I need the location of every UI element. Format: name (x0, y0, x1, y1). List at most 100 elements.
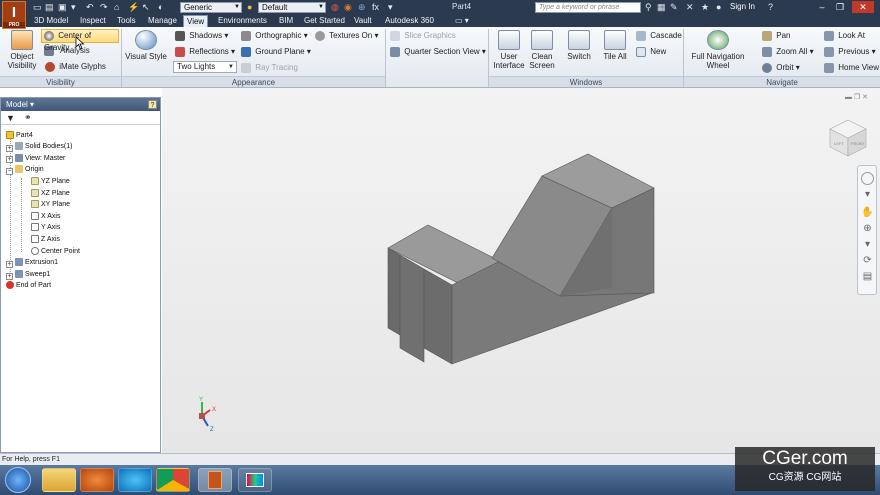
home-view-button[interactable]: Home View (824, 63, 879, 73)
select-icon[interactable]: ↖ (142, 2, 150, 13)
ground-plane-button[interactable]: Ground Plane ▾ (241, 47, 311, 57)
tab-view[interactable]: View (183, 15, 209, 27)
graphics-window[interactable]: ▬ ❐ ✕ LEFT FRONT Y X Z (162, 88, 880, 453)
update-icon[interactable]: ⚡ (128, 2, 139, 13)
object-visibility-button[interactable]: Object Visibility (4, 30, 40, 70)
pan-icon[interactable]: ✋ (861, 206, 874, 219)
clean-screen-button[interactable]: Clean Screen (527, 30, 557, 70)
tree-item-extrusion1[interactable]: Extrusion1 (15, 258, 58, 268)
quarter-section-view-button[interactable]: Quarter Section View ▾ (390, 47, 486, 57)
lighting-style-select[interactable]: Two Lights ▼ (173, 61, 237, 73)
visual-style-button[interactable]: Visual Style (124, 30, 168, 61)
tree-item-center-point[interactable]: Center Point (31, 247, 80, 257)
tab-environments[interactable]: Environments (215, 15, 270, 27)
shadows-button[interactable]: Shadows ▾ (175, 31, 228, 41)
tab-autodesk-360[interactable]: Autodesk 360 (382, 15, 437, 27)
textures-on-button[interactable]: Textures On ▾ (315, 31, 378, 41)
exchange-icon[interactable]: ✕ (686, 2, 694, 13)
expand-icon[interactable]: + (6, 145, 13, 152)
tab-3d-model[interactable]: 3D Model (31, 15, 71, 27)
explorer-taskbar-icon[interactable] (42, 468, 76, 492)
tree-item-xy-plane[interactable]: XY Plane (31, 200, 70, 210)
part-model[interactable] (382, 128, 662, 368)
zoom-all-button[interactable]: Zoom All ▾ (762, 47, 814, 57)
home-icon[interactable]: ⌂ (114, 2, 119, 13)
expand-icon[interactable]: + (6, 261, 13, 268)
collapse-icon[interactable]: − (6, 168, 13, 175)
help-icon[interactable]: ? (148, 100, 157, 109)
orthographic-button[interactable]: Orthographic ▾ (241, 31, 308, 41)
application-menu-button[interactable]: I PRO (2, 1, 26, 29)
tile-all-button[interactable]: Tile All (599, 30, 631, 61)
tree-item-solid-bodies[interactable]: Solid Bodies(1) (15, 142, 72, 152)
appearance-combo[interactable]: Default ▼ (258, 2, 326, 13)
model-browser-header[interactable]: Model ▾ ? (1, 98, 160, 111)
look-at-icon[interactable]: ▤ (861, 270, 874, 283)
communication-icon[interactable]: ✎ (670, 2, 678, 13)
tab-manage[interactable]: Manage (145, 15, 180, 27)
orbit-button[interactable]: Orbit ▾ (762, 63, 800, 73)
save-icon[interactable]: ▣ (58, 2, 67, 13)
video-app-taskbar-icon[interactable] (238, 468, 272, 492)
steering-wheel-icon[interactable] (861, 172, 874, 185)
tab-inspect[interactable]: Inspect (77, 15, 109, 27)
imate-glyphs-button[interactable]: iMate Glyphs (45, 62, 106, 72)
previous-view-button[interactable]: Previous ▾ (824, 47, 876, 57)
tree-item-yz-plane[interactable]: YZ Plane (31, 177, 70, 187)
sign-in-link[interactable]: Sign In (730, 2, 755, 11)
new-window-button[interactable]: New (636, 47, 666, 57)
edge-taskbar-icon[interactable] (118, 468, 152, 492)
adjust-icon[interactable]: ◉ (344, 2, 352, 13)
reflections-button[interactable]: Reflections ▾ (175, 47, 235, 57)
steering-wheel-dropdown-icon[interactable]: ▾ (861, 188, 874, 201)
slice-graphics-button[interactable]: Slice Graphics (390, 31, 456, 41)
tree-item-y-axis[interactable]: Y Axis (31, 223, 60, 233)
save-dropdown-icon[interactable]: ▾ (71, 2, 76, 13)
graphics-window-controls-icon[interactable]: ▬ ❐ ✕ (845, 93, 868, 101)
redo-icon[interactable]: ↷ (100, 2, 108, 13)
favorites-icon[interactable]: ★ (701, 2, 709, 13)
new-icon[interactable]: ▭ (33, 2, 42, 13)
ribbon-options-icon[interactable]: ▭ ▾ (452, 15, 472, 27)
tab-vault[interactable]: Vault (351, 15, 375, 27)
user-interface-button[interactable]: User Interface (491, 30, 527, 70)
tree-item-view-master[interactable]: View: Master (15, 154, 65, 164)
tab-get-started[interactable]: Get Started (301, 15, 348, 27)
binoculars-icon[interactable]: ⚲ (645, 2, 652, 13)
zoom-icon[interactable]: ⊕ (861, 222, 874, 235)
help-icon[interactable]: ? (768, 2, 773, 13)
material-combo[interactable]: Generic ▼ (180, 2, 242, 13)
clear-appearance-icon[interactable]: ◍ (331, 2, 339, 13)
media-player-taskbar-icon[interactable] (80, 468, 114, 492)
viewcube[interactable]: LEFT FRONT (826, 116, 870, 160)
find-icon[interactable]: ⚭ (24, 112, 32, 123)
inventor-taskbar-icon[interactable] (198, 468, 232, 492)
subscription-icon[interactable]: ▦ (657, 2, 666, 13)
minimize-button[interactable]: – (814, 1, 830, 13)
expand-icon[interactable]: + (6, 156, 13, 163)
tree-item-origin[interactable]: Origin (15, 165, 44, 175)
open-icon[interactable]: ▤ (45, 2, 54, 13)
tree-item-xz-plane[interactable]: XZ Plane (31, 189, 70, 199)
tab-bim[interactable]: BIM (276, 15, 296, 27)
ray-tracing-button[interactable]: Ray Tracing (241, 63, 298, 73)
search-input[interactable]: Type a keyword or phrase (535, 2, 641, 13)
look-at-button[interactable]: Look At (824, 31, 865, 41)
start-button[interactable] (5, 467, 31, 493)
restore-button[interactable]: ❐ (832, 1, 848, 13)
full-navigation-wheel-button[interactable]: Full Navigation Wheel (688, 30, 748, 70)
tree-item-x-axis[interactable]: X Axis (31, 212, 60, 222)
tree-item-end-of-part[interactable]: End of Part (6, 281, 51, 291)
switch-button[interactable]: Switch (563, 30, 595, 61)
pan-button[interactable]: Pan (762, 31, 790, 41)
tab-tools[interactable]: Tools (114, 15, 139, 27)
zoom-dropdown-icon[interactable]: ▾ (861, 238, 874, 251)
chrome-taskbar-icon[interactable] (156, 468, 190, 492)
tree-item-z-axis[interactable]: Z Axis (31, 235, 60, 245)
close-button[interactable]: ✕ (852, 1, 874, 13)
qa-dropdown-icon[interactable]: ▾ (388, 2, 393, 13)
fx-icon[interactable]: fx (372, 2, 379, 13)
tree-item-part[interactable]: Part4 (6, 131, 33, 141)
tree-item-sweep1[interactable]: Sweep1 (15, 270, 50, 280)
expand-icon[interactable]: + (6, 273, 13, 280)
